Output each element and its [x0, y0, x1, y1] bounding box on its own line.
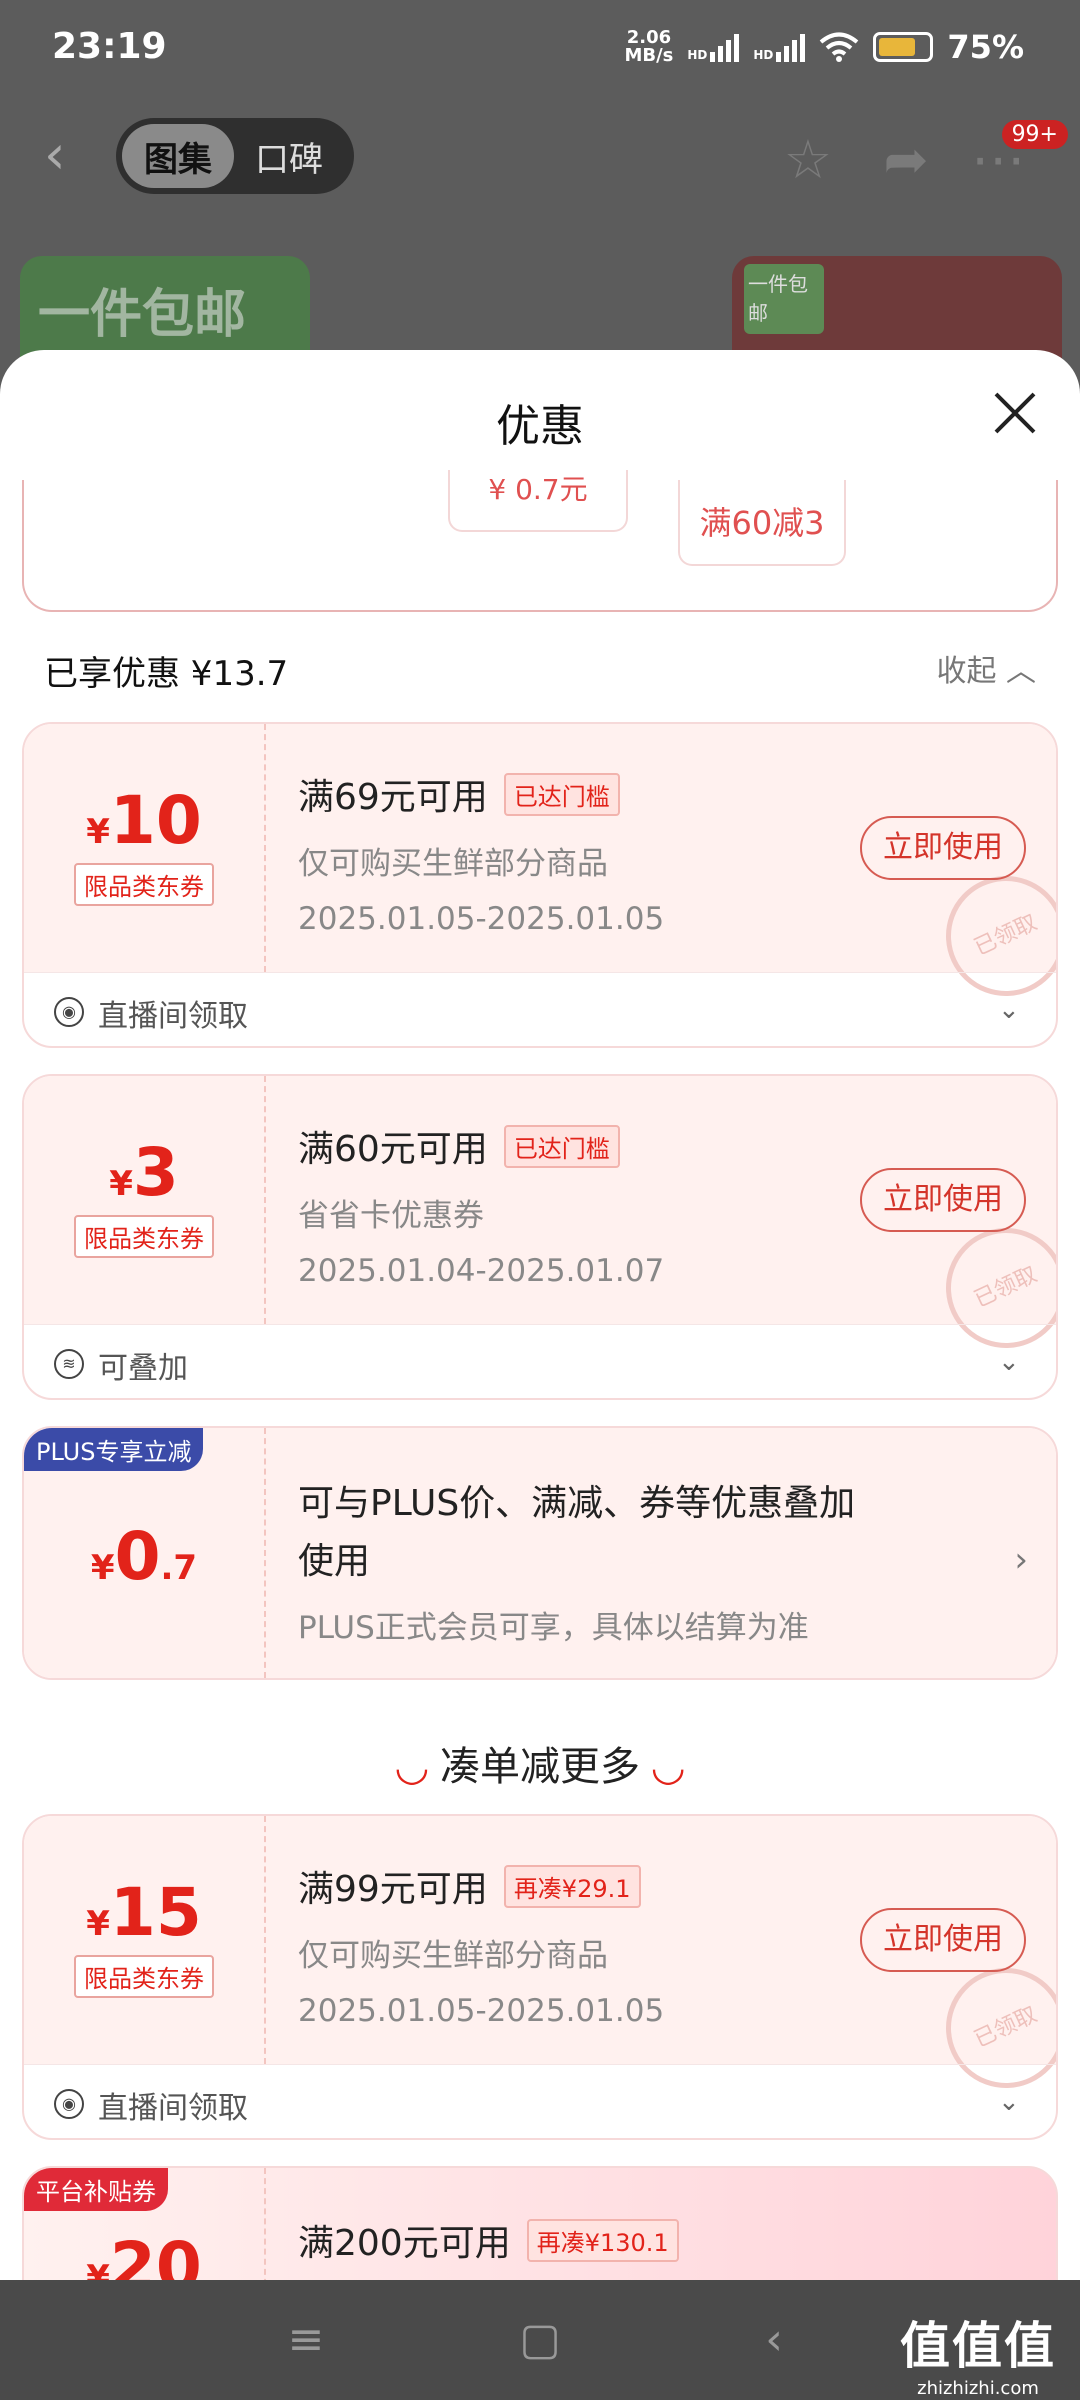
use-now-button[interactable]: 立即使用 [860, 1168, 1026, 1232]
enjoyed-discount: 已享优惠 ¥13.7 [44, 654, 289, 694]
coupon-type-tag: 限品类东券 [74, 1955, 214, 1998]
back-nav-icon[interactable]: ‹ [752, 2318, 796, 2362]
net-speed: 2.06 MB/s [624, 27, 674, 66]
offer-chip: 满60减3 [678, 480, 846, 566]
plus-line1: 可与PLUS价、满减、券等优惠叠加 [298, 1483, 856, 1524]
plus-line2: 使用 [298, 1541, 371, 1582]
coupon-date: 2025.01.05-2025.01.05 [298, 1993, 665, 2029]
more-section-header: ◡ 凑单减更多 ◡ [396, 1744, 684, 1790]
wifi-icon [820, 32, 859, 62]
live-icon: ◉ [54, 997, 84, 1027]
tab-gallery[interactable]: 图集 [122, 124, 234, 188]
plus-desc: PLUS正式会员可享，具体以结算为准 [298, 1610, 809, 1646]
smile-icon: ◡ [652, 1744, 684, 1790]
battery-icon [873, 32, 934, 62]
previous-offer-box: ¥ 0.7元 满60减3 [22, 470, 1058, 612]
sheet-header: 优惠 [0, 350, 1080, 480]
coupon-desc: 省省卡优惠券 [298, 1198, 484, 1234]
coupon-card: ¥3 限品类东券 满60元可用 已达门槛 省省卡优惠券 2025.01.04-20… [22, 1074, 1058, 1400]
threshold-tag: 已达门槛 [503, 772, 620, 816]
coupon-card: ¥10 限品类东券 满69元可用 已达门槛 仅可购买生鲜部分商品 2025.01.… [22, 722, 1058, 1048]
home-icon[interactable]: ▢ [518, 2318, 562, 2362]
status-icons: 2.06 MB/s HD HD 75% [624, 28, 1024, 66]
chevron-up-icon: ︿ [1006, 654, 1036, 689]
back-icon[interactable]: ‹ [44, 128, 94, 182]
discount-sheet: 优惠 ¥ 0.7元 满60减3 已享优惠 ¥13.7 收起 ︿ ¥10 限品类东… [0, 350, 1080, 2280]
coupon-condition: 满69元可用 [298, 777, 488, 818]
status-time: 23:19 [52, 26, 167, 67]
coupon-footer[interactable]: ◉ 直播间领取 ⌄ [24, 972, 1056, 1046]
battery-percent: 75% [947, 28, 1024, 66]
shortfall-tag: 再凑¥130.1 [526, 2218, 679, 2262]
chevron-down-icon[interactable]: ⌄ [998, 2087, 1022, 2117]
menu-icon[interactable]: ≡ [284, 2318, 328, 2362]
chevron-down-icon[interactable]: ⌄ [998, 1347, 1022, 1377]
coupon-card: ¥15 限品类东券 满99元可用 再凑¥29.1 仅可购买生鲜部分商品 2025.… [22, 1814, 1058, 2140]
signal-icon: HD [687, 32, 740, 62]
view-switch: 图集 口碑 [116, 118, 354, 194]
top-nav: ‹ 图集 口碑 ☆ ➦ ⋯ 99+ [0, 112, 1080, 202]
coupon-type-tag: 限品类东券 [74, 1215, 214, 1258]
coupon-footer[interactable]: ◉ 直播间领取 ⌄ [24, 2064, 1056, 2138]
coupon-type-tag: 限品类东券 [74, 863, 214, 906]
use-now-button[interactable]: 立即使用 [860, 1908, 1026, 1972]
share-icon[interactable]: ➦ [876, 130, 936, 190]
star-icon[interactable]: ☆ [778, 130, 838, 190]
stack-icon: ≋ [54, 1349, 84, 1379]
message-badge: 99+ [1001, 120, 1068, 149]
plus-discount-card[interactable]: ¥0.7 PLUS专享立减 可与PLUS价、满减、券等优惠叠加 使用 PLUS正… [22, 1426, 1058, 1680]
system-nav-bar: ≡ ▢ ‹ 值值值 zhizhizhi.com [0, 2280, 1080, 2400]
coupon-date: 2025.01.05-2025.01.05 [298, 901, 665, 937]
coupon-desc: 仅可购买生鲜部分商品 [298, 846, 608, 882]
shortfall-tag: 再凑¥29.1 [503, 1864, 641, 1908]
watermark-logo: 值值值 zhizhizhi.com [900, 2317, 1056, 2399]
sheet-title: 优惠 [496, 401, 584, 452]
signal-icon-2: HD [753, 32, 806, 62]
collapse-button[interactable]: 收起 ︿ [936, 646, 1036, 690]
threshold-tag: 已达门槛 [503, 1124, 620, 1168]
smile-icon: ◡ [396, 1744, 428, 1790]
coupon-condition: 满200元可用 [298, 2223, 511, 2264]
chevron-down-icon[interactable]: ⌄ [998, 995, 1022, 1025]
live-icon: ◉ [54, 2089, 84, 2119]
coupon-condition: 满60元可用 [298, 1129, 488, 1170]
offer-chip: ¥ 0.7元 [448, 470, 628, 532]
plus-tag: PLUS专享立减 [24, 1428, 204, 1471]
coupon-date: 2025.01.04-2025.01.07 [298, 1253, 665, 1289]
coupon-footer[interactable]: ≋ 可叠加 ⌄ [24, 1324, 1056, 1398]
coupon-condition: 满99元可用 [298, 1869, 488, 1910]
status-bar: 23:19 2.06 MB/s HD HD 75% [0, 0, 1080, 100]
tab-reviews[interactable]: 口碑 [234, 124, 344, 188]
close-icon[interactable] [990, 388, 1040, 438]
coupon-card: 平台补贴券 ¥20 满200元可用 再凑¥130.1 [22, 2166, 1058, 2280]
coupon-desc: 仅可购买生鲜部分商品 [298, 1938, 608, 1974]
use-now-button[interactable]: 立即使用 [860, 816, 1026, 880]
chevron-right-icon: › [1014, 1540, 1028, 1580]
